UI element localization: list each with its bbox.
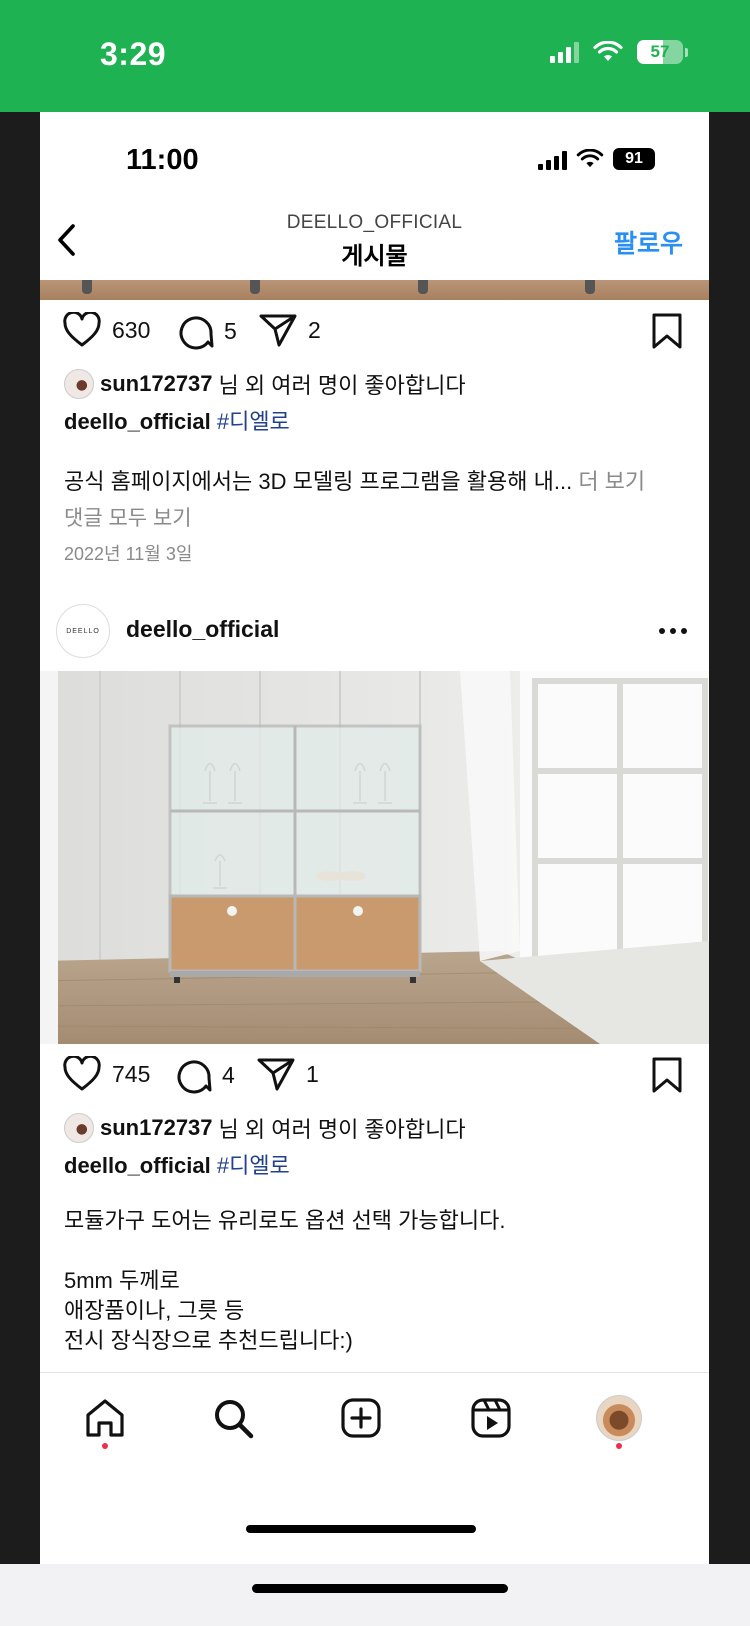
nav-username: DEELLO_OFFICIAL	[286, 212, 463, 233]
liker-username[interactable]: sun172737	[100, 371, 213, 397]
profile-icon[interactable]	[596, 1395, 642, 1441]
more-link[interactable]: 더 보기	[578, 469, 645, 494]
post2-caption-header: deello_official #디엘로	[64, 1148, 290, 1180]
bookmark-icon[interactable]	[651, 1056, 683, 1094]
like-action[interactable]: 745	[62, 1056, 150, 1092]
hashtag-link[interactable]: #디엘로	[217, 1153, 290, 1178]
home-notification-dot	[102, 1443, 108, 1449]
comment-count: 5	[224, 317, 237, 344]
page-title: 게시물	[341, 243, 408, 270]
post2-caption: 모듈가구 도어는 유리로도 옵션 선택 가능합니다. 5mm 두께로 애장품이나…	[64, 1208, 506, 1353]
share-action[interactable]: 1	[256, 1056, 319, 1092]
post1-caption: 공식 홈페이지에서는 3D 모델링 프로그램을 활용해 내... 더 보기	[64, 469, 646, 494]
caption-username[interactable]: deello_official	[64, 1153, 211, 1178]
follow-button[interactable]: 팔로우	[614, 224, 683, 260]
reels-icon[interactable]	[468, 1395, 514, 1441]
heart-icon[interactable]	[62, 312, 102, 348]
profile-notification-dot	[616, 1443, 622, 1449]
post2-liked-by[interactable]: sun172737 님 외 여러 명이 좋아합니다	[64, 1112, 466, 1144]
battery-percent: 91	[625, 150, 643, 167]
more-options-icon[interactable]	[659, 628, 687, 634]
post1-caption-header: deello_official #디엘로	[64, 404, 290, 436]
outer-status-icons: 57	[550, 40, 688, 64]
bottom-tab-bar	[40, 1372, 709, 1564]
hashtag-link[interactable]: #디엘로	[217, 409, 290, 434]
caption-username[interactable]: deello_official	[64, 409, 211, 434]
cellular-signal-icon	[538, 148, 567, 170]
inner-clock: 11:00	[126, 144, 199, 176]
home-icon[interactable]	[82, 1395, 128, 1441]
post1-liked-by[interactable]: sun172737 님 외 여러 명이 좋아합니다	[64, 368, 466, 400]
previous-post-image[interactable]	[40, 280, 709, 300]
post2-header: DEELLO deello_official	[40, 592, 709, 672]
liker-username[interactable]: sun172737	[100, 1115, 213, 1141]
battery-icon: 57	[637, 40, 683, 64]
battery-percent: 57	[650, 42, 670, 61]
like-count: 630	[112, 316, 151, 343]
outer-status-bar: 3:29 57	[0, 0, 750, 112]
post2-action-bar: 745 4 1	[40, 1050, 709, 1100]
cellular-signal-icon	[550, 41, 579, 63]
instagram-screenshot: 11:00 91 DEELLO_OFFICIAL 게시물 팔로우 630 5 2…	[40, 112, 709, 1564]
outer-home-indicator[interactable]	[252, 1584, 508, 1593]
create-icon[interactable]	[338, 1395, 384, 1441]
share-icon[interactable]	[256, 1056, 296, 1092]
heart-icon[interactable]	[62, 1056, 102, 1092]
battery-icon: 91	[613, 148, 655, 170]
post-avatar[interactable]: DEELLO	[56, 604, 110, 658]
post-image-glass-cabinet[interactable]	[40, 671, 709, 1044]
search-icon[interactable]	[210, 1395, 256, 1441]
share-count: 2	[308, 316, 321, 343]
share-action[interactable]: 2	[258, 312, 321, 348]
like-action[interactable]: 630	[62, 312, 150, 348]
wifi-icon	[576, 149, 604, 168]
view-all-comments-link[interactable]: 댓글 모두 보기	[64, 502, 192, 532]
comment-icon[interactable]	[174, 1056, 212, 1094]
comment-action[interactable]: 5	[176, 312, 237, 350]
bookmark-icon[interactable]	[651, 312, 683, 350]
liker-avatar	[64, 1113, 94, 1143]
comment-count: 4	[222, 1061, 235, 1088]
post1-action-bar: 630 5 2	[40, 306, 709, 356]
share-icon[interactable]	[258, 312, 298, 348]
liker-avatar	[64, 369, 94, 399]
comment-action[interactable]: 4	[174, 1056, 235, 1094]
post-username[interactable]: deello_official	[126, 616, 279, 643]
inner-status-bar: 11:00 91	[40, 112, 709, 202]
like-count: 745	[112, 1060, 151, 1087]
post1-date: 2022년 11월 3일	[64, 544, 193, 564]
post-navigation-bar: DEELLO_OFFICIAL 게시물 팔로우	[40, 202, 709, 280]
comment-icon[interactable]	[176, 312, 214, 350]
outer-clock: 3:29	[100, 36, 167, 72]
share-count: 1	[306, 1060, 319, 1087]
outer-bottom-bar	[0, 1564, 750, 1626]
wifi-icon	[593, 41, 623, 61]
home-indicator	[246, 1525, 476, 1533]
